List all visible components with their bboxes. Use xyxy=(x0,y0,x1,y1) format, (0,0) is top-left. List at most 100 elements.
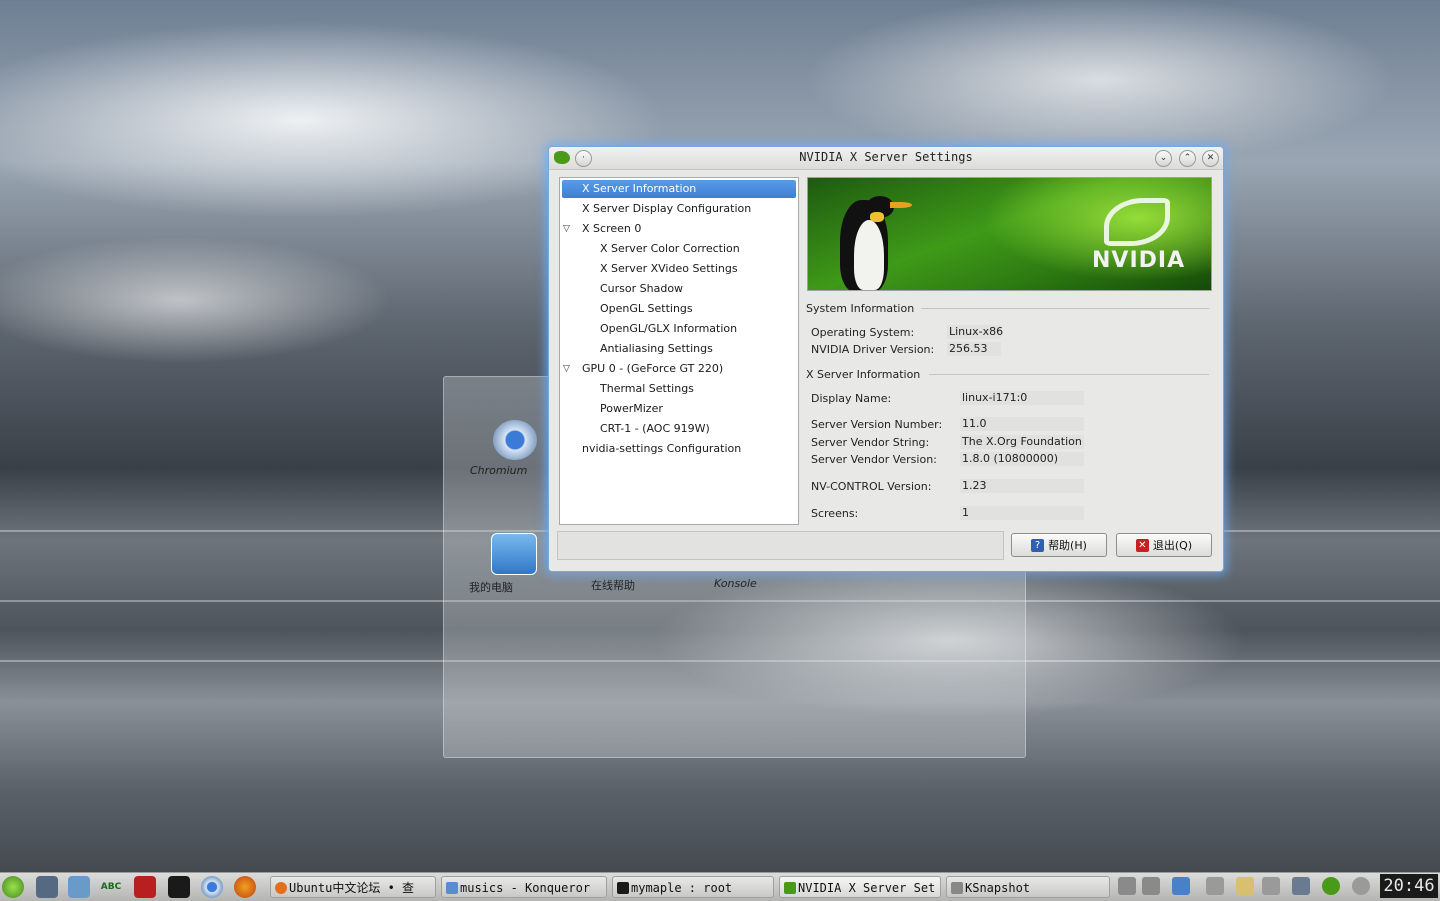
tree-item-antialiasing-settings[interactable]: Antialiasing Settings xyxy=(560,340,796,358)
expander-icon[interactable]: ▽ xyxy=(563,360,570,378)
screens-value: 1 xyxy=(960,506,1084,520)
desktop-icon-label: Konsole xyxy=(714,577,757,590)
nv-control-version-value: 1.23 xyxy=(960,479,1084,493)
tree-item-x-screen-0[interactable]: ▽ X Screen 0 xyxy=(560,220,796,238)
status-bar xyxy=(557,531,1004,560)
desktop-icon-my-computer[interactable]: 我的电脑 xyxy=(469,533,559,594)
tree-item-nvidia-settings-configuration[interactable]: nvidia-settings Configuration xyxy=(560,440,796,458)
help-icon: ? xyxy=(1031,538,1045,552)
tree-item-label: X Server Color Correction xyxy=(600,242,740,255)
task-ubuntu-forum[interactable]: Ubuntu中文论坛 • 查 xyxy=(270,876,436,898)
firefox-icon xyxy=(275,882,287,894)
media-play-icon[interactable] xyxy=(1206,877,1224,895)
taskbar: ABC Ubuntu中文论坛 • 查 musics - Konqueror my… xyxy=(0,872,1440,901)
clock[interactable]: 20:46 xyxy=(1380,874,1438,898)
vendor-version-value: 1.8.0 (10800000) xyxy=(960,452,1084,466)
quit-button-label: 退出(Q) xyxy=(1152,539,1193,552)
computer-icon xyxy=(491,533,537,575)
penguin-beak xyxy=(890,202,912,208)
tree-item-thermal-settings[interactable]: Thermal Settings xyxy=(560,380,796,398)
vendor-version-label: Server Vendor Version: xyxy=(811,453,937,466)
display-name-value: linux-i171:0 xyxy=(960,391,1084,405)
minimize-button[interactable]: ⌄ xyxy=(1155,150,1172,167)
nvidia-icon xyxy=(784,882,796,894)
tree-item-label: OpenGL/GLX Information xyxy=(600,322,738,335)
help-button-label: 帮助(H) xyxy=(1048,539,1087,552)
penguin-belly xyxy=(854,220,884,290)
section-divider xyxy=(929,374,1209,375)
vendor-string-value: The X.Org Foundation xyxy=(960,435,1084,449)
tree-item-x-server-information[interactable]: X Server Information xyxy=(562,180,796,198)
task-label: KSnapshot xyxy=(965,881,1031,895)
clipboard-icon[interactable] xyxy=(1236,877,1254,895)
settings-tree: X Server Information X Server Display Co… xyxy=(559,177,799,525)
spellcheck-icon[interactable]: ABC xyxy=(100,876,122,898)
terminal-icon[interactable] xyxy=(168,876,190,898)
close-button[interactable]: ✕ xyxy=(1202,150,1219,167)
nvidia-logo-text: NVIDIA xyxy=(1092,248,1186,273)
tree-item-label: X Server XVideo Settings xyxy=(600,262,738,275)
nv-control-version-label: NV-CONTROL Version: xyxy=(811,480,932,493)
printer-icon[interactable] xyxy=(1292,877,1310,895)
window-titlebar[interactable]: · NVIDIA X Server Settings ⌄ ⌃ ✕ xyxy=(549,147,1223,170)
nvidia-settings-window: · NVIDIA X Server Settings ⌄ ⌃ ✕ X Serve… xyxy=(548,146,1224,572)
tree-item-label: PowerMizer xyxy=(600,402,663,415)
task-label: NVIDIA X Server Set xyxy=(798,881,936,895)
kde-menu-icon[interactable] xyxy=(2,876,24,898)
file-manager-icon[interactable] xyxy=(68,876,90,898)
tree-item-color-correction[interactable]: X Server Color Correction xyxy=(560,240,796,258)
task-label: mymaple : root xyxy=(631,881,733,895)
system-information-heading: System Information xyxy=(806,302,915,315)
driver-version-value: 256.53 xyxy=(947,342,1001,356)
tree-item-opengl-settings[interactable]: OpenGL Settings xyxy=(560,300,796,318)
desktop-pager-icon[interactable] xyxy=(1118,877,1136,895)
tree-item-label: nvidia-settings Configuration xyxy=(582,442,742,455)
window-title: NVIDIA X Server Settings xyxy=(799,150,973,164)
penguin-neck xyxy=(870,212,884,222)
expander-icon[interactable]: ▽ xyxy=(563,220,570,238)
tree-item-label: Thermal Settings xyxy=(600,382,694,395)
quit-button[interactable]: ✕ 退出(Q) xyxy=(1116,533,1212,557)
help-button[interactable]: ? 帮助(H) xyxy=(1011,533,1107,557)
task-terminal[interactable]: mymaple : root xyxy=(612,876,774,898)
desktop-icon-chromium[interactable]: Chromium xyxy=(470,420,560,477)
nvidia-logo-icon xyxy=(1104,198,1170,246)
os-label: Operating System: xyxy=(811,326,915,339)
home-icon[interactable] xyxy=(1172,877,1190,895)
quit-icon: ✕ xyxy=(1135,538,1149,552)
task-nvidia-settings[interactable]: NVIDIA X Server Set xyxy=(779,876,941,898)
system-settings-icon[interactable] xyxy=(36,876,58,898)
os-value: Linux-x86 xyxy=(947,325,1004,339)
display-name-label: Display Name: xyxy=(811,392,892,405)
x-server-information-heading: X Server Information xyxy=(806,368,921,381)
maximize-button[interactable]: ⌃ xyxy=(1179,150,1196,167)
terminal-icon xyxy=(617,882,629,894)
vendor-string-label: Server Vendor String: xyxy=(811,436,930,449)
task-label: musics - Konqueror xyxy=(460,881,591,895)
tree-item-label: Antialiasing Settings xyxy=(600,342,713,355)
nvidia-banner: NVIDIA xyxy=(807,177,1212,291)
camera-icon xyxy=(951,882,963,894)
driver-version-label: NVIDIA Driver Version: xyxy=(811,343,935,356)
volume-icon[interactable] xyxy=(1262,877,1280,895)
server-version-label: Server Version Number: xyxy=(811,418,943,431)
desktop-pager-icon[interactable] xyxy=(1142,877,1160,895)
info-icon[interactable] xyxy=(1352,877,1370,895)
tree-item-display-configuration[interactable]: X Server Display Configuration xyxy=(560,200,796,218)
tree-item-gpu-0[interactable]: ▽ GPU 0 - (GeForce GT 220) xyxy=(560,360,796,378)
dictionary-icon[interactable] xyxy=(134,876,156,898)
task-ksnapshot[interactable]: KSnapshot xyxy=(946,876,1110,898)
firefox-icon[interactable] xyxy=(234,876,256,898)
tree-item-label: X Screen 0 xyxy=(582,222,642,235)
tree-item-label: X Server Information xyxy=(582,182,697,195)
tree-item-cursor-shadow[interactable]: Cursor Shadow xyxy=(560,280,796,298)
task-konqueror[interactable]: musics - Konqueror xyxy=(441,876,607,898)
chromium-icon[interactable] xyxy=(201,876,223,898)
nvidia-tray-icon[interactable] xyxy=(1322,877,1340,895)
tree-item-powermizer[interactable]: PowerMizer xyxy=(560,400,796,418)
tree-item-opengl-glx-information[interactable]: OpenGL/GLX Information xyxy=(560,320,796,338)
tree-item-crt-1[interactable]: CRT-1 - (AOC 919W) xyxy=(560,420,796,438)
tree-item-xvideo-settings[interactable]: X Server XVideo Settings xyxy=(560,260,796,278)
server-version-value: 11.0 xyxy=(960,417,1084,431)
tree-item-label: GPU 0 - (GeForce GT 220) xyxy=(582,362,724,375)
